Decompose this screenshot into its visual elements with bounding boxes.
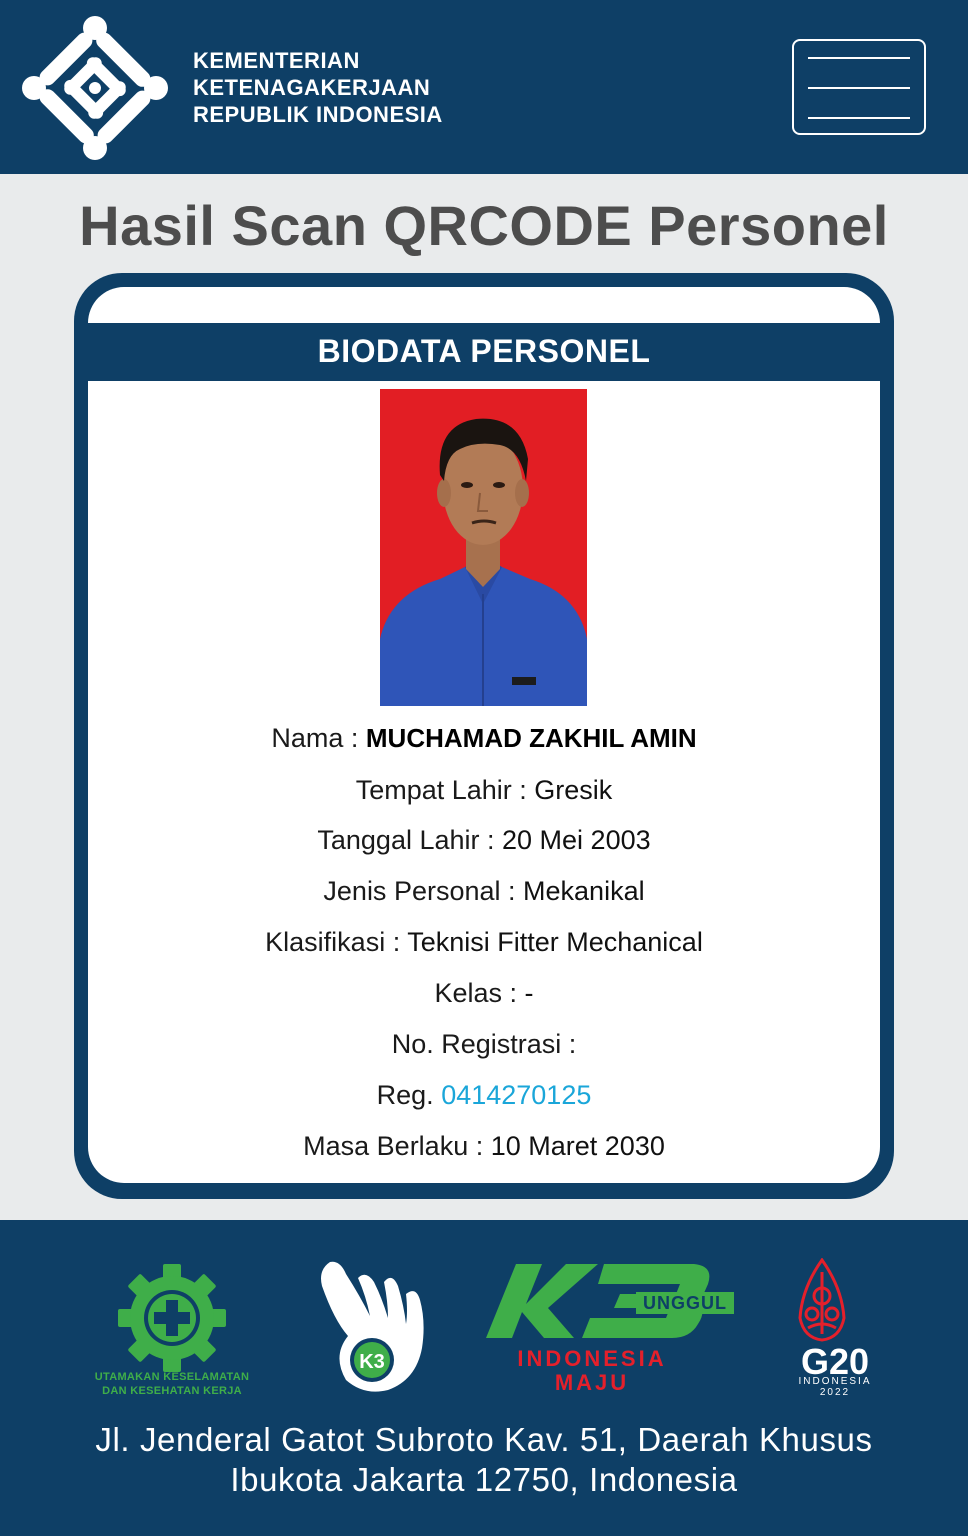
reg-label: Reg.	[376, 1080, 434, 1110]
tanggal-lahir-value: 20 Mei 2003	[502, 825, 651, 855]
g20-sub-indonesia: INDONESIA	[798, 1376, 872, 1387]
ministry-line-1: KEMENTERIAN	[193, 48, 360, 73]
g20-sub-year: 2022	[819, 1387, 851, 1398]
k3-slogan-line-2: DAN KESEHATAN KERJA	[102, 1385, 242, 1397]
field-tempat-lahir: Tempat Lahir : Gresik	[0, 774, 968, 806]
header-bar: KEMENTERIAN KETENAGAKERJAAN REPUBLIK IND…	[0, 0, 968, 174]
tempat-lahir-value: Gresik	[534, 775, 613, 805]
ministry-logo-icon	[22, 16, 168, 160]
ministry-line-3: REPUBLIK INDONESIA	[193, 102, 443, 127]
field-masa-berlaku: Masa Berlaku : 10 Maret 2030	[0, 1130, 968, 1162]
address-line-1: Jl. Jenderal Gatot Subroto Kav. 51, Daer…	[95, 1421, 873, 1458]
tempat-lahir-label: Tempat Lahir :	[355, 775, 527, 805]
personnel-photo	[380, 389, 587, 706]
kelas-label: Kelas :	[434, 978, 518, 1008]
field-tanggal-lahir: Tanggal Lahir : 20 Mei 2003	[0, 824, 968, 856]
k3-slogan: UTAMAKAN KESELAMATAN DAN KESEHATAN KERJA	[80, 1370, 264, 1398]
person-portrait-icon	[380, 389, 587, 706]
g20-gunungan-icon	[798, 1258, 846, 1342]
nama-value: MUCHAMAD ZAKHIL AMIN	[365, 723, 697, 753]
nama-label: Nama :	[271, 723, 359, 753]
menu-line	[808, 117, 910, 119]
k3-hand-text: K3	[359, 1351, 385, 1373]
jenis-personal-value: Mekanikal	[523, 876, 645, 906]
k3-gear-logo-icon	[118, 1264, 226, 1372]
no-registrasi-label: No. Registrasi :	[391, 1029, 577, 1059]
kelas-value: -	[524, 978, 534, 1008]
field-kelas: Kelas : -	[0, 977, 968, 1009]
klasifikasi-label: Klasifikasi :	[265, 927, 401, 957]
ministry-line-2: KETENAGAKERJAAN	[193, 75, 431, 100]
menu-line	[808, 57, 910, 59]
k3-slogan-line-1: UTAMAKAN KESELAMATAN	[94, 1371, 250, 1383]
field-no-registrasi: No. Registrasi :	[0, 1028, 968, 1060]
klasifikasi-value: Teknisi Fitter Mechanical	[407, 927, 703, 957]
page-title: Hasil Scan QRCODE Personel	[79, 194, 889, 257]
address-line-2: Ibukota Jakarta 12750, Indonesia	[230, 1461, 738, 1498]
reg-number-link[interactable]: 0414270125	[441, 1080, 591, 1110]
menu-line	[808, 87, 910, 89]
g20-text: G20	[800, 1341, 870, 1382]
jenis-personal-label: Jenis Personal :	[323, 876, 516, 906]
field-nama: Nama : MUCHAMAD ZAKHIL AMIN	[0, 722, 968, 754]
footer-bar: UTAMAKAN KESELAMATAN DAN KESEHATAN KERJA…	[0, 1220, 968, 1536]
k3-unggul-badge: UNGGUL	[636, 1292, 734, 1314]
tanggal-lahir-label: Tanggal Lahir :	[317, 825, 495, 855]
masa-berlaku-value: 10 Maret 2030	[490, 1131, 665, 1161]
ministry-name: KEMENTERIAN KETENAGAKERJAAN REPUBLIK IND…	[193, 47, 443, 128]
card-top-strip	[88, 287, 880, 323]
indonesia-text: INDONESIA	[517, 1346, 667, 1371]
hamburger-menu-icon[interactable]	[792, 39, 926, 135]
field-reg: Reg. 0414270125	[0, 1079, 968, 1111]
maju-text: MAJU	[554, 1370, 630, 1395]
field-jenis-personal: Jenis Personal : Mekanikal	[0, 875, 968, 907]
field-klasifikasi: Klasifikasi : Teknisi Fitter Mechanical	[0, 926, 968, 958]
masa-berlaku-label: Masa Berlaku :	[303, 1131, 484, 1161]
card-heading: BIODATA PERSONEL	[317, 333, 651, 369]
k3-ok-hand-logo-icon: K3	[321, 1261, 424, 1392]
